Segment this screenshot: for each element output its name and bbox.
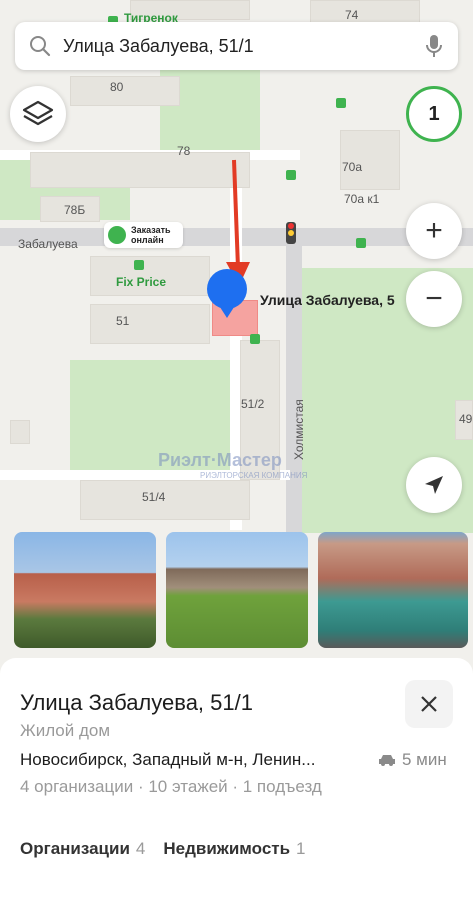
house-number-label: 80: [110, 80, 124, 94]
zoom-out-button[interactable]: −: [406, 271, 462, 327]
drive-time-value: 5 мин: [402, 750, 447, 769]
microphone-icon[interactable]: [424, 33, 444, 59]
layers-button[interactable]: [10, 86, 66, 142]
shop-icon: [336, 98, 346, 108]
traffic-light-icon: [286, 222, 296, 244]
layers-icon: [22, 100, 54, 126]
tab-real-estate[interactable]: Недвижимость 1: [163, 839, 305, 859]
search-bar[interactable]: Улица Забалуева, 51/1: [15, 22, 458, 70]
shop-icon: [250, 334, 260, 344]
navigation-arrow-icon: [425, 476, 443, 494]
place-title: Улица Забалуева, 51/1: [20, 690, 253, 715]
building: [10, 420, 30, 444]
order-online-label: Заказать онлайн: [131, 225, 171, 245]
close-button[interactable]: [405, 680, 453, 728]
place-meta: 4 организации · 10 этажей · 1 подъезд: [20, 777, 322, 796]
drive-time[interactable]: 5 мин: [378, 750, 447, 770]
house-number-label: 51/2: [241, 397, 265, 411]
order-online-chip[interactable]: Заказать онлайн: [104, 222, 183, 248]
house-number-label: 49: [459, 412, 473, 426]
house-number-label: 74: [345, 8, 359, 22]
plus-icon: +: [425, 214, 443, 247]
counter-badge-value: 1: [428, 102, 440, 125]
building: [310, 0, 420, 24]
counter-badge-button[interactable]: 1: [406, 86, 462, 142]
road: [286, 240, 302, 540]
shop-icon: [134, 260, 144, 270]
house-number-label: 78: [177, 144, 191, 158]
minus-icon: −: [425, 282, 443, 315]
building: [70, 76, 180, 106]
place-type: Жилой дом: [20, 721, 111, 740]
shop-icon: [286, 170, 296, 180]
search-input[interactable]: Улица Забалуева, 51/1: [63, 36, 424, 57]
leaf-icon: [108, 226, 126, 244]
location-pin-icon[interactable]: [204, 268, 250, 328]
house-number-label: 51/4: [142, 490, 166, 504]
street-label: Холмистая: [292, 399, 306, 460]
photo-carousel[interactable]: [14, 532, 473, 648]
tab-organizations[interactable]: Организации 4: [20, 839, 145, 859]
tab-label: Организации: [20, 839, 130, 858]
tab-label: Недвижимость: [163, 839, 291, 858]
building: [30, 152, 250, 188]
building: [90, 304, 210, 344]
pin-label: Улица Забалуева, 5: [260, 292, 395, 308]
shop-icon: [356, 238, 366, 248]
house-number-label: 70а: [342, 160, 363, 174]
building-photo[interactable]: [166, 532, 308, 648]
house-number-label: 51: [116, 314, 130, 328]
building-photo[interactable]: [318, 532, 468, 648]
tab-count: 1: [296, 839, 306, 858]
search-icon[interactable]: [29, 35, 51, 57]
zoom-in-button[interactable]: +: [406, 203, 462, 259]
locate-me-button[interactable]: [406, 457, 462, 513]
house-number-label: 78Б: [64, 203, 86, 217]
street-label: Забалуева: [18, 237, 78, 251]
house-number-label: 70а к1: [344, 192, 380, 206]
poi-label[interactable]: Fix Price: [116, 275, 166, 289]
place-address[interactable]: Новосибирск, Западный м-н, Ленин...: [20, 750, 315, 770]
tab-count: 4: [135, 839, 146, 858]
watermark-subtitle: РИЭЛТОРСКАЯ КОМПАНИЯ: [200, 471, 308, 480]
watermark: Риэлт·Мастер: [158, 450, 282, 470]
close-icon: [421, 696, 437, 712]
place-tabs: Организации 4 Недвижимость 1: [20, 839, 324, 859]
car-icon: [379, 755, 395, 766]
building-photo[interactable]: [14, 532, 156, 648]
